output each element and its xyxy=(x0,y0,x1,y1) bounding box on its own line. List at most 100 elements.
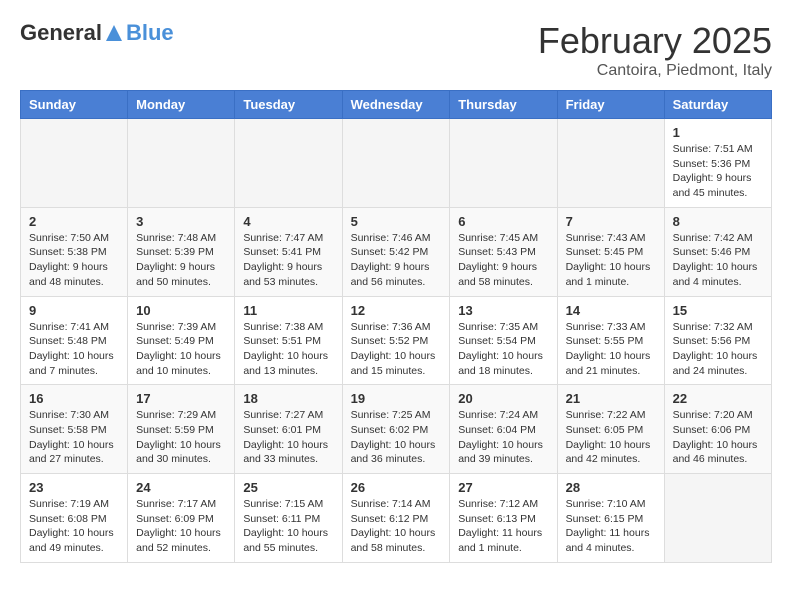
calendar-cell: 21 Sunrise: 7:22 AM Sunset: 6:05 PM Dayli… xyxy=(557,385,664,474)
day-number: 10 xyxy=(136,303,226,318)
day-info: Sunrise: 7:22 AM Sunset: 6:05 PM Dayligh… xyxy=(566,408,656,467)
day-number: 28 xyxy=(566,480,656,495)
calendar-cell: 11Sunrise: 7:38 AM Sunset: 5:51 PM Dayli… xyxy=(235,296,342,385)
day-number: 5 xyxy=(351,214,442,229)
day-number: 20 xyxy=(458,391,548,406)
calendar-cell xyxy=(664,474,771,563)
calendar-cell: 27Sunrise: 7:12 AM Sunset: 6:13 PM Dayli… xyxy=(450,474,557,563)
day-info: Sunrise: 7:27 AM Sunset: 6:01 PM Dayligh… xyxy=(243,408,333,467)
day-header-sunday: Sunday xyxy=(21,91,128,119)
calendar-week-4: 16 Sunrise: 7:30 AM Sunset: 5:58 PM Dayli… xyxy=(21,385,772,474)
month-title: February 2025 xyxy=(538,20,772,62)
calendar-week-2: 2 Sunrise: 7:50 AM Sunset: 5:38 PM Daylig… xyxy=(21,207,772,296)
calendar-cell: 13 Sunrise: 7:35 AM Sunset: 5:54 PM Dayli… xyxy=(450,296,557,385)
calendar-cell: 2 Sunrise: 7:50 AM Sunset: 5:38 PM Daylig… xyxy=(21,207,128,296)
calendar-cell: 12 Sunrise: 7:36 AM Sunset: 5:52 PM Dayli… xyxy=(342,296,450,385)
calendar-cell: 9Sunrise: 7:41 AM Sunset: 5:48 PM Daylig… xyxy=(21,296,128,385)
day-info: Sunrise: 7:47 AM Sunset: 5:41 PM Dayligh… xyxy=(243,231,333,290)
day-number: 25 xyxy=(243,480,333,495)
day-number: 12 xyxy=(351,303,442,318)
calendar-cell: 26 Sunrise: 7:14 AM Sunset: 6:12 PM Dayli… xyxy=(342,474,450,563)
day-number: 21 xyxy=(566,391,656,406)
day-info: Sunrise: 7:46 AM Sunset: 5:42 PM Dayligh… xyxy=(351,231,442,290)
day-header-wednesday: Wednesday xyxy=(342,91,450,119)
calendar-cell: 18 Sunrise: 7:27 AM Sunset: 6:01 PM Dayli… xyxy=(235,385,342,474)
day-info: Sunrise: 7:48 AM Sunset: 5:39 PM Dayligh… xyxy=(136,231,226,290)
day-info: Sunrise: 7:45 AM Sunset: 5:43 PM Dayligh… xyxy=(458,231,548,290)
calendar-cell: 19 Sunrise: 7:25 AM Sunset: 6:02 PM Dayli… xyxy=(342,385,450,474)
calendar-cell: 24 Sunrise: 7:17 AM Sunset: 6:09 PM Dayli… xyxy=(128,474,235,563)
day-info: Sunrise: 7:24 AM Sunset: 6:04 PM Dayligh… xyxy=(458,408,548,467)
calendar-cell: 10 Sunrise: 7:39 AM Sunset: 5:49 PM Dayli… xyxy=(128,296,235,385)
day-number: 22 xyxy=(673,391,763,406)
day-info: Sunrise: 7:43 AM Sunset: 5:45 PM Dayligh… xyxy=(566,231,656,290)
calendar-cell: 3 Sunrise: 7:48 AM Sunset: 5:39 PM Daylig… xyxy=(128,207,235,296)
day-number: 2 xyxy=(29,214,119,229)
day-info: Sunrise: 7:17 AM Sunset: 6:09 PM Dayligh… xyxy=(136,497,226,556)
calendar-cell: 15 Sunrise: 7:32 AM Sunset: 5:56 PM Dayli… xyxy=(664,296,771,385)
day-info: Sunrise: 7:36 AM Sunset: 5:52 PM Dayligh… xyxy=(351,320,442,379)
calendar-cell: 16 Sunrise: 7:30 AM Sunset: 5:58 PM Dayli… xyxy=(21,385,128,474)
calendar-cell: 20 Sunrise: 7:24 AM Sunset: 6:04 PM Dayli… xyxy=(450,385,557,474)
page-header: General Blue February 2025 Cantoira, Pie… xyxy=(20,20,772,80)
day-info: Sunrise: 7:29 AM Sunset: 5:59 PM Dayligh… xyxy=(136,408,226,467)
day-number: 18 xyxy=(243,391,333,406)
day-info: Sunrise: 7:32 AM Sunset: 5:56 PM Dayligh… xyxy=(673,320,763,379)
day-number: 24 xyxy=(136,480,226,495)
day-header-tuesday: Tuesday xyxy=(235,91,342,119)
day-info: Sunrise: 7:42 AM Sunset: 5:46 PM Dayligh… xyxy=(673,231,763,290)
day-number: 14 xyxy=(566,303,656,318)
calendar-cell: 28 Sunrise: 7:10 AM Sunset: 6:15 PM Dayli… xyxy=(557,474,664,563)
calendar-cell xyxy=(450,119,557,208)
day-number: 1 xyxy=(673,125,763,140)
calendar-cell: 14 Sunrise: 7:33 AM Sunset: 5:55 PM Dayli… xyxy=(557,296,664,385)
day-number: 6 xyxy=(458,214,548,229)
day-number: 8 xyxy=(673,214,763,229)
day-info: Sunrise: 7:39 AM Sunset: 5:49 PM Dayligh… xyxy=(136,320,226,379)
day-header-friday: Friday xyxy=(557,91,664,119)
day-info: Sunrise: 7:38 AM Sunset: 5:51 PM Dayligh… xyxy=(243,320,333,379)
day-info: Sunrise: 7:15 AM Sunset: 6:11 PM Dayligh… xyxy=(243,497,333,556)
calendar-header-row: SundayMondayTuesdayWednesdayThursdayFrid… xyxy=(21,91,772,119)
calendar-cell: 1Sunrise: 7:51 AM Sunset: 5:36 PM Daylig… xyxy=(664,119,771,208)
day-info: Sunrise: 7:10 AM Sunset: 6:15 PM Dayligh… xyxy=(566,497,656,556)
day-info: Sunrise: 7:12 AM Sunset: 6:13 PM Dayligh… xyxy=(458,497,548,556)
day-info: Sunrise: 7:14 AM Sunset: 6:12 PM Dayligh… xyxy=(351,497,442,556)
day-header-saturday: Saturday xyxy=(664,91,771,119)
logo-general-text: General xyxy=(20,20,102,46)
day-header-monday: Monday xyxy=(128,91,235,119)
day-number: 15 xyxy=(673,303,763,318)
day-number: 16 xyxy=(29,391,119,406)
title-block: February 2025 Cantoira, Piedmont, Italy xyxy=(538,20,772,80)
day-number: 23 xyxy=(29,480,119,495)
location-subtitle: Cantoira, Piedmont, Italy xyxy=(538,62,772,80)
calendar-table: SundayMondayTuesdayWednesdayThursdayFrid… xyxy=(20,90,772,563)
logo-icon xyxy=(104,23,124,43)
day-info: Sunrise: 7:41 AM Sunset: 5:48 PM Dayligh… xyxy=(29,320,119,379)
calendar-cell: 23Sunrise: 7:19 AM Sunset: 6:08 PM Dayli… xyxy=(21,474,128,563)
calendar-cell: 8 Sunrise: 7:42 AM Sunset: 5:46 PM Daylig… xyxy=(664,207,771,296)
calendar-cell xyxy=(128,119,235,208)
calendar-cell: 5 Sunrise: 7:46 AM Sunset: 5:42 PM Daylig… xyxy=(342,207,450,296)
calendar-cell: 4Sunrise: 7:47 AM Sunset: 5:41 PM Daylig… xyxy=(235,207,342,296)
day-info: Sunrise: 7:50 AM Sunset: 5:38 PM Dayligh… xyxy=(29,231,119,290)
day-number: 26 xyxy=(351,480,442,495)
day-number: 17 xyxy=(136,391,226,406)
calendar-cell: 17 Sunrise: 7:29 AM Sunset: 5:59 PM Dayli… xyxy=(128,385,235,474)
day-number: 7 xyxy=(566,214,656,229)
calendar-week-5: 23Sunrise: 7:19 AM Sunset: 6:08 PM Dayli… xyxy=(21,474,772,563)
calendar-cell: 7 Sunrise: 7:43 AM Sunset: 5:45 PM Daylig… xyxy=(557,207,664,296)
calendar-week-1: 1Sunrise: 7:51 AM Sunset: 5:36 PM Daylig… xyxy=(21,119,772,208)
day-info: Sunrise: 7:20 AM Sunset: 6:06 PM Dayligh… xyxy=(673,408,763,467)
day-info: Sunrise: 7:25 AM Sunset: 6:02 PM Dayligh… xyxy=(351,408,442,467)
calendar-week-3: 9Sunrise: 7:41 AM Sunset: 5:48 PM Daylig… xyxy=(21,296,772,385)
day-info: Sunrise: 7:33 AM Sunset: 5:55 PM Dayligh… xyxy=(566,320,656,379)
day-info: Sunrise: 7:35 AM Sunset: 5:54 PM Dayligh… xyxy=(458,320,548,379)
day-number: 3 xyxy=(136,214,226,229)
calendar-cell: 22 Sunrise: 7:20 AM Sunset: 6:06 PM Dayli… xyxy=(664,385,771,474)
day-info: Sunrise: 7:30 AM Sunset: 5:58 PM Dayligh… xyxy=(29,408,119,467)
calendar-cell: 6 Sunrise: 7:45 AM Sunset: 5:43 PM Daylig… xyxy=(450,207,557,296)
day-number: 19 xyxy=(351,391,442,406)
day-number: 13 xyxy=(458,303,548,318)
calendar-cell: 25 Sunrise: 7:15 AM Sunset: 6:11 PM Dayli… xyxy=(235,474,342,563)
